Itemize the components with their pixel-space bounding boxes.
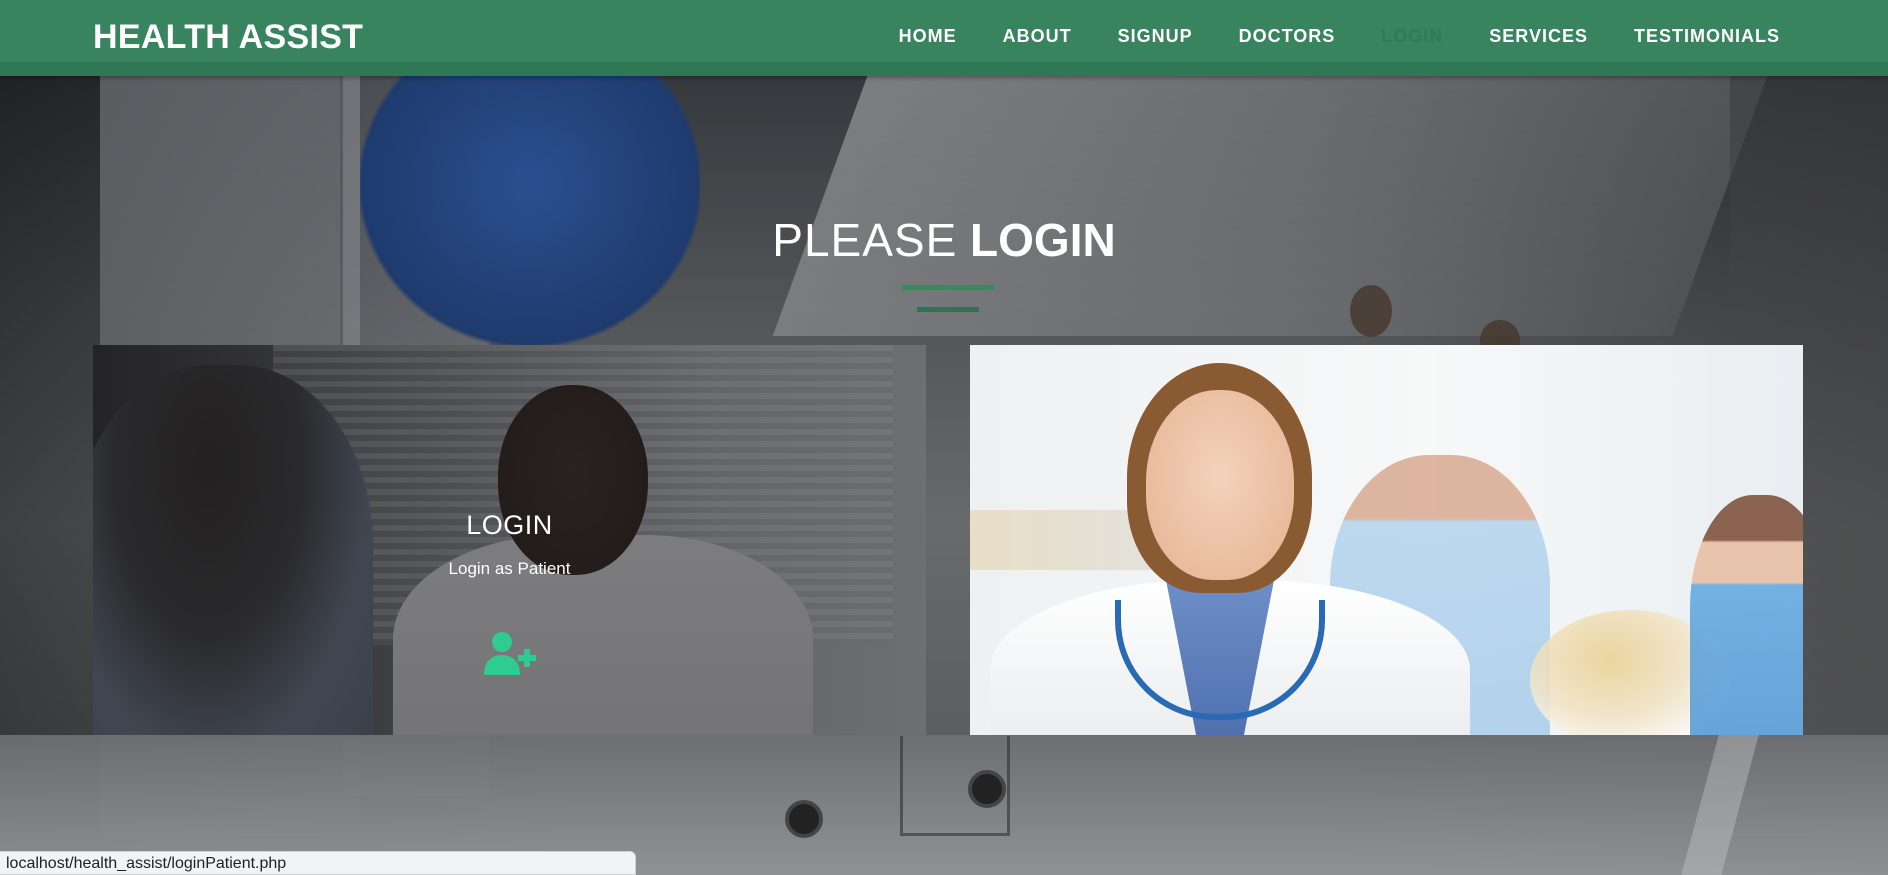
title-divider-secondary: [917, 307, 979, 312]
nav-home[interactable]: HOME: [876, 26, 980, 47]
patient-login-card[interactable]: LOGIN Login as Patient: [93, 345, 926, 735]
card-subtitle: Login as Patient: [448, 559, 571, 578]
user-plus-icon[interactable]: [482, 631, 538, 675]
page-title-light: PLEASE: [772, 214, 958, 266]
brand-logo[interactable]: HEALTH ASSIST: [93, 18, 363, 57]
hero-doctor-figure: [360, 76, 700, 346]
hero-gurney-wheel: [785, 800, 823, 838]
photo-doctor-face: [1146, 390, 1294, 580]
card-title: LOGIN: [466, 510, 553, 540]
hero-ceiling: [772, 76, 1768, 336]
doctor-login-card[interactable]: [970, 345, 1803, 735]
card-content: LOGIN Login as Patient: [93, 345, 926, 735]
nav-doctors[interactable]: DOCTORS: [1216, 26, 1359, 47]
nav-services[interactable]: SERVICES: [1466, 26, 1611, 47]
hero-background-person: [1350, 285, 1392, 337]
browser-status-url: localhost/health_assist/loginPatient.php: [0, 851, 636, 875]
nav-about[interactable]: ABOUT: [980, 26, 1095, 47]
photo-background-nurse: [1690, 495, 1803, 735]
nav-testimonials[interactable]: TESTIMONIALS: [1611, 26, 1803, 47]
hero-gurney-wheel: [968, 770, 1006, 808]
page-title-bold: LOGIN: [970, 214, 1116, 266]
navbar: HEALTH ASSIST HOME ABOUT SIGNUP DOCTORS …: [0, 0, 1888, 76]
nav-signup[interactable]: SIGNUP: [1095, 26, 1216, 47]
page-title: PLEASE LOGIN: [0, 213, 1888, 267]
main-nav: HOME ABOUT SIGNUP DOCTORS LOGIN SERVICES…: [876, 26, 1803, 47]
title-divider: [902, 285, 994, 290]
nav-login[interactable]: LOGIN: [1358, 26, 1466, 47]
